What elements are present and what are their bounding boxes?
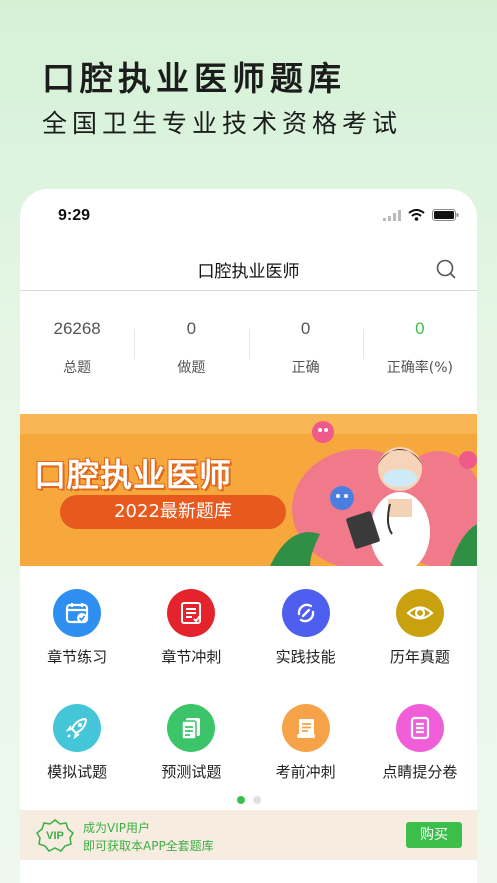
rocket-icon: [53, 704, 102, 752]
stat-correct: 0 正确: [248, 307, 363, 397]
stat-label: 正确率(%): [386, 360, 453, 376]
calendar-check-icon: [53, 589, 102, 637]
stat-done: 0 做题: [134, 307, 248, 397]
feature-grid: 章节练习 章节冲刺 实践技能 历年真题 模拟试题 预测试题 考前冲刺 点睛提分卷: [20, 589, 477, 819]
promo-banner[interactable]: 口腔执业医师 2022最新题库: [20, 414, 477, 566]
list-icon: [395, 704, 444, 752]
status-icons: [383, 209, 459, 221]
scroll-icon: [281, 704, 330, 752]
page-dot[interactable]: [252, 796, 261, 804]
search-icon[interactable]: [435, 258, 457, 280]
vip-line1: 成为VIP用户: [83, 821, 150, 835]
menu-label: 预测试题: [161, 763, 222, 781]
menu-chapter-sprint[interactable]: 章节冲刺: [134, 589, 248, 704]
status-bar: 9:29: [20, 189, 477, 237]
promo-title: 口腔执业医师题库: [42, 59, 346, 98]
buy-button[interactable]: 购买: [406, 822, 462, 848]
stats-row: 26268 总题 0 做题 0 正确 0 正确率(%): [20, 307, 477, 397]
menu-label: 实践技能: [275, 648, 336, 666]
menu-chapter-practice[interactable]: 章节练习: [20, 589, 134, 704]
eye-icon: [395, 589, 444, 637]
vip-line2: 即可获取本APP全套题库: [83, 839, 214, 853]
vip-badge-text: VIP: [46, 830, 64, 842]
phone-screen: 9:29 口腔执业医师 26268 总题 0 做题 0 正确 0 正确率(%) …: [20, 189, 477, 883]
stat-value: 0: [186, 319, 197, 338]
menu-label: 历年真题: [389, 648, 450, 666]
stat-label: 做题: [177, 360, 206, 376]
menu-label: 模拟试题: [47, 763, 108, 781]
stat-accuracy: 0 正确率(%): [362, 307, 477, 397]
stat-value: 0: [300, 319, 311, 338]
wifi-icon: [408, 209, 425, 221]
stat-value: 0: [415, 319, 425, 338]
documents-icon: [167, 704, 216, 752]
banner-title: 口腔执业医师: [34, 456, 233, 494]
nav-bar: 口腔执业医师: [20, 245, 477, 291]
menu-practical-skills[interactable]: 实践技能: [249, 589, 363, 704]
stat-value: 26268: [53, 319, 101, 338]
stat-label: 总题: [63, 360, 92, 376]
vip-badge-icon: VIP: [36, 819, 74, 852]
menu-label: 点睛提分卷: [382, 763, 458, 781]
page-dot-active[interactable]: [236, 796, 245, 804]
menu-label: 章节冲刺: [161, 648, 222, 666]
status-time: 9:29: [58, 207, 91, 224]
menu-past-exams[interactable]: 历年真题: [363, 589, 477, 704]
promo-subtitle: 全国卫生专业技术资格考试: [42, 109, 403, 138]
battery-icon: [432, 209, 459, 221]
vip-banner: VIP 成为VIP用户 即可获取本APP全套题库 购买: [20, 810, 477, 860]
signal-icon: [383, 209, 401, 221]
stat-total: 26268 总题: [20, 307, 134, 397]
page-title: 口腔执业医师: [197, 262, 300, 282]
banner-pill: 2022最新题库: [60, 495, 286, 529]
document-edit-icon: [167, 589, 216, 637]
stat-label: 正确: [291, 360, 320, 376]
menu-label: 考前冲刺: [275, 763, 336, 781]
swap-icon: [281, 589, 330, 637]
page-indicator: [20, 796, 477, 804]
menu-label: 章节练习: [47, 648, 108, 666]
